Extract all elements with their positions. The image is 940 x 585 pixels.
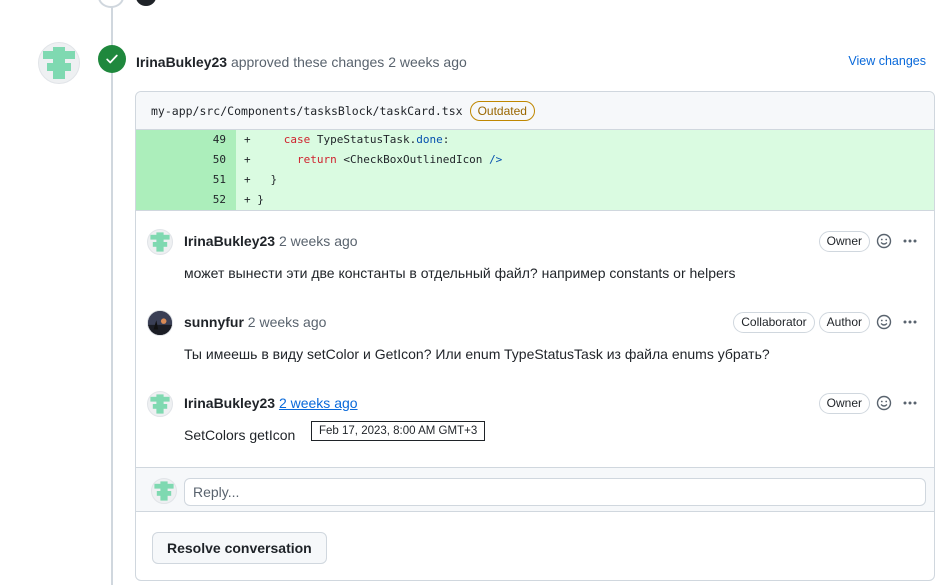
timeline-badge-previous xyxy=(98,0,124,8)
identicon-avatar xyxy=(150,232,170,252)
comment-actions: Owner xyxy=(817,391,922,415)
kebab-horizontal-icon[interactable] xyxy=(898,310,922,334)
comment-time[interactable]: 2 weeks ago xyxy=(279,233,358,249)
photo-avatar xyxy=(148,311,172,335)
comment-body: SetColors getIcon xyxy=(184,427,296,443)
current-user-avatar xyxy=(151,478,177,504)
collaborator-label: Collaborator xyxy=(733,311,815,333)
line-number[interactable]: 49 xyxy=(136,130,236,150)
kebab-horizontal-icon[interactable] xyxy=(898,229,922,253)
line-number[interactable]: 50 xyxy=(136,150,236,170)
comment-body: Ты имеешь в виду setColor и GetIcon? Или… xyxy=(184,346,770,362)
diff-row: 50 + return <CheckBoxOutlinedIcon /> xyxy=(136,150,934,170)
comment-author[interactable]: sunnyfur xyxy=(184,314,244,330)
kebab-horizontal-icon[interactable] xyxy=(898,391,922,415)
line-number[interactable]: 51 xyxy=(136,170,236,190)
owner-label: Owner xyxy=(818,392,870,414)
timeline-line xyxy=(111,0,113,585)
diff-hunk: 49 + case TypeStatusTask.done: 50 + retu… xyxy=(136,130,934,211)
file-path[interactable]: my-app/src/Components/tasksBlock/taskCar… xyxy=(151,104,463,118)
comment-time-link[interactable]: 2 weeks ago xyxy=(279,395,358,411)
line-code: + } xyxy=(236,170,934,190)
check-icon xyxy=(106,54,118,64)
comment-header: IrinaBukley23 2 weeks ago xyxy=(184,233,358,249)
comment-actions: Collaborator Author xyxy=(731,310,922,334)
previous-avatar xyxy=(136,0,156,6)
outdated-label: Outdated xyxy=(469,100,535,121)
author-label: Author xyxy=(818,311,870,333)
comment-avatar[interactable] xyxy=(147,310,173,336)
comment-time[interactable]: 2 weeks ago xyxy=(248,314,327,330)
comment-author[interactable]: IrinaBukley23 xyxy=(184,395,275,411)
owner-label: Owner xyxy=(818,230,870,252)
reply-area xyxy=(136,467,934,512)
diff-row: 49 + case TypeStatusTask.done: xyxy=(136,130,934,150)
comment-actions: Owner xyxy=(817,229,922,253)
review-author[interactable]: IrinaBukley23 xyxy=(136,54,227,70)
diff-row: 52 + } xyxy=(136,190,934,210)
smiley-icon[interactable] xyxy=(872,229,896,253)
file-header: my-app/src/Components/tasksBlock/taskCar… xyxy=(136,92,934,130)
line-number[interactable]: 52 xyxy=(136,190,236,210)
comment-avatar[interactable] xyxy=(147,229,173,255)
review-action: approved these changes xyxy=(230,54,385,70)
identicon-avatar xyxy=(154,481,174,501)
review-header: IrinaBukley23 approved these changes 2 w… xyxy=(136,54,467,70)
comment-body: может вынести эти две константы в отдель… xyxy=(184,265,736,281)
line-code: + return <CheckBoxOutlinedIcon /> xyxy=(236,150,934,170)
comment-header: IrinaBukley23 2 weeks ago xyxy=(184,395,358,411)
identicon-avatar xyxy=(150,394,170,414)
identicon-avatar xyxy=(43,47,75,79)
resolve-conversation-button[interactable]: Resolve conversation xyxy=(152,532,327,564)
review-time[interactable]: 2 weeks ago xyxy=(388,54,467,70)
diff-row: 51 + } xyxy=(136,170,934,190)
line-code: + case TypeStatusTask.done: xyxy=(236,130,934,150)
comment-author[interactable]: IrinaBukley23 xyxy=(184,233,275,249)
smiley-icon[interactable] xyxy=(872,391,896,415)
timestamp-tooltip: Feb 17, 2023, 8:00 AM GMT+3 xyxy=(311,421,486,441)
reviewer-avatar[interactable] xyxy=(38,42,80,84)
review-thread: my-app/src/Components/tasksBlock/taskCar… xyxy=(135,91,935,581)
comment-avatar[interactable] xyxy=(147,391,173,417)
comment-header: sunnyfur 2 weeks ago xyxy=(184,314,326,330)
line-code: + } xyxy=(236,190,934,210)
reply-input[interactable] xyxy=(184,478,926,506)
smiley-icon[interactable] xyxy=(872,310,896,334)
approved-badge xyxy=(98,45,126,73)
view-changes-link[interactable]: View changes xyxy=(848,54,926,68)
